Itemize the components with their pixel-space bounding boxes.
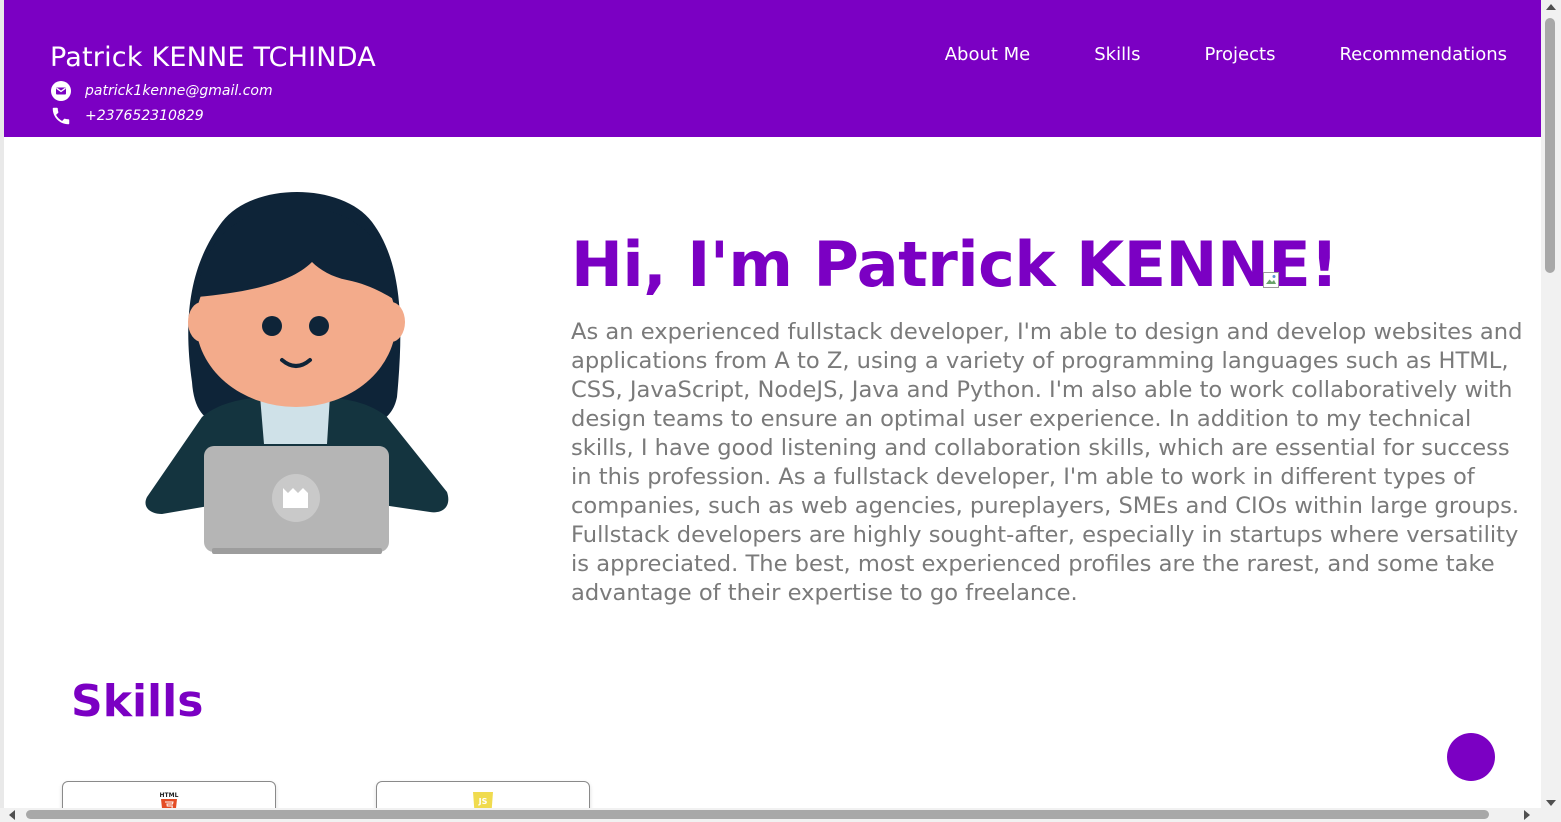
floating-action-button[interactable]	[1447, 733, 1495, 781]
vertical-scrollbar-thumb[interactable]	[1545, 18, 1555, 273]
nav-projects[interactable]: Projects	[1204, 44, 1275, 65]
hero-title: Hi, I'm Patrick KENNE!	[571, 228, 1338, 301]
scroll-up-arrow-icon[interactable]	[1546, 4, 1556, 10]
phone-text: +237652310829	[85, 108, 204, 124]
skill-card-html[interactable]: HTML	[62, 781, 276, 808]
site-owner-name: Patrick KENNE TCHINDA	[50, 42, 376, 73]
contact-email[interactable]: patrick1kenne@gmail.com	[50, 80, 273, 102]
skills-heading: Skills	[71, 676, 204, 727]
mail-icon	[50, 80, 72, 102]
vertical-scrollbar[interactable]	[1541, 0, 1561, 822]
email-text: patrick1kenne@gmail.com	[85, 83, 273, 99]
horizontal-scrollbar-thumb[interactable]	[26, 810, 1489, 819]
contact-phone[interactable]: +237652310829	[50, 105, 204, 127]
nav-skills[interactable]: Skills	[1094, 44, 1140, 65]
main-nav: About Me Skills Projects Recommendations	[881, 44, 1507, 65]
scroll-down-arrow-icon[interactable]	[1546, 800, 1556, 806]
nav-recommendations[interactable]: Recommendations	[1339, 44, 1507, 65]
scroll-right-arrow-icon[interactable]	[1524, 810, 1530, 820]
page-viewport: Patrick KENNE TCHINDA patrick1kenne@gmai…	[4, 0, 1541, 808]
javascript-icon: JS	[470, 791, 496, 808]
avatar-illustration	[142, 182, 452, 560]
broken-image-icon	[1263, 272, 1279, 288]
horizontal-scrollbar[interactable]	[0, 808, 1541, 822]
html5-icon: HTML	[156, 791, 182, 808]
hero-description: As an experienced fullstack developer, I…	[571, 319, 1523, 606]
svg-text:JS: JS	[478, 797, 488, 806]
site-header: Patrick KENNE TCHINDA patrick1kenne@gmai…	[4, 0, 1541, 137]
nav-about-me[interactable]: About Me	[945, 44, 1031, 65]
scroll-left-arrow-icon[interactable]	[9, 810, 15, 820]
phone-icon	[50, 105, 72, 127]
svg-text:HTML: HTML	[160, 792, 179, 799]
skill-card-javascript[interactable]: JS	[376, 781, 590, 808]
